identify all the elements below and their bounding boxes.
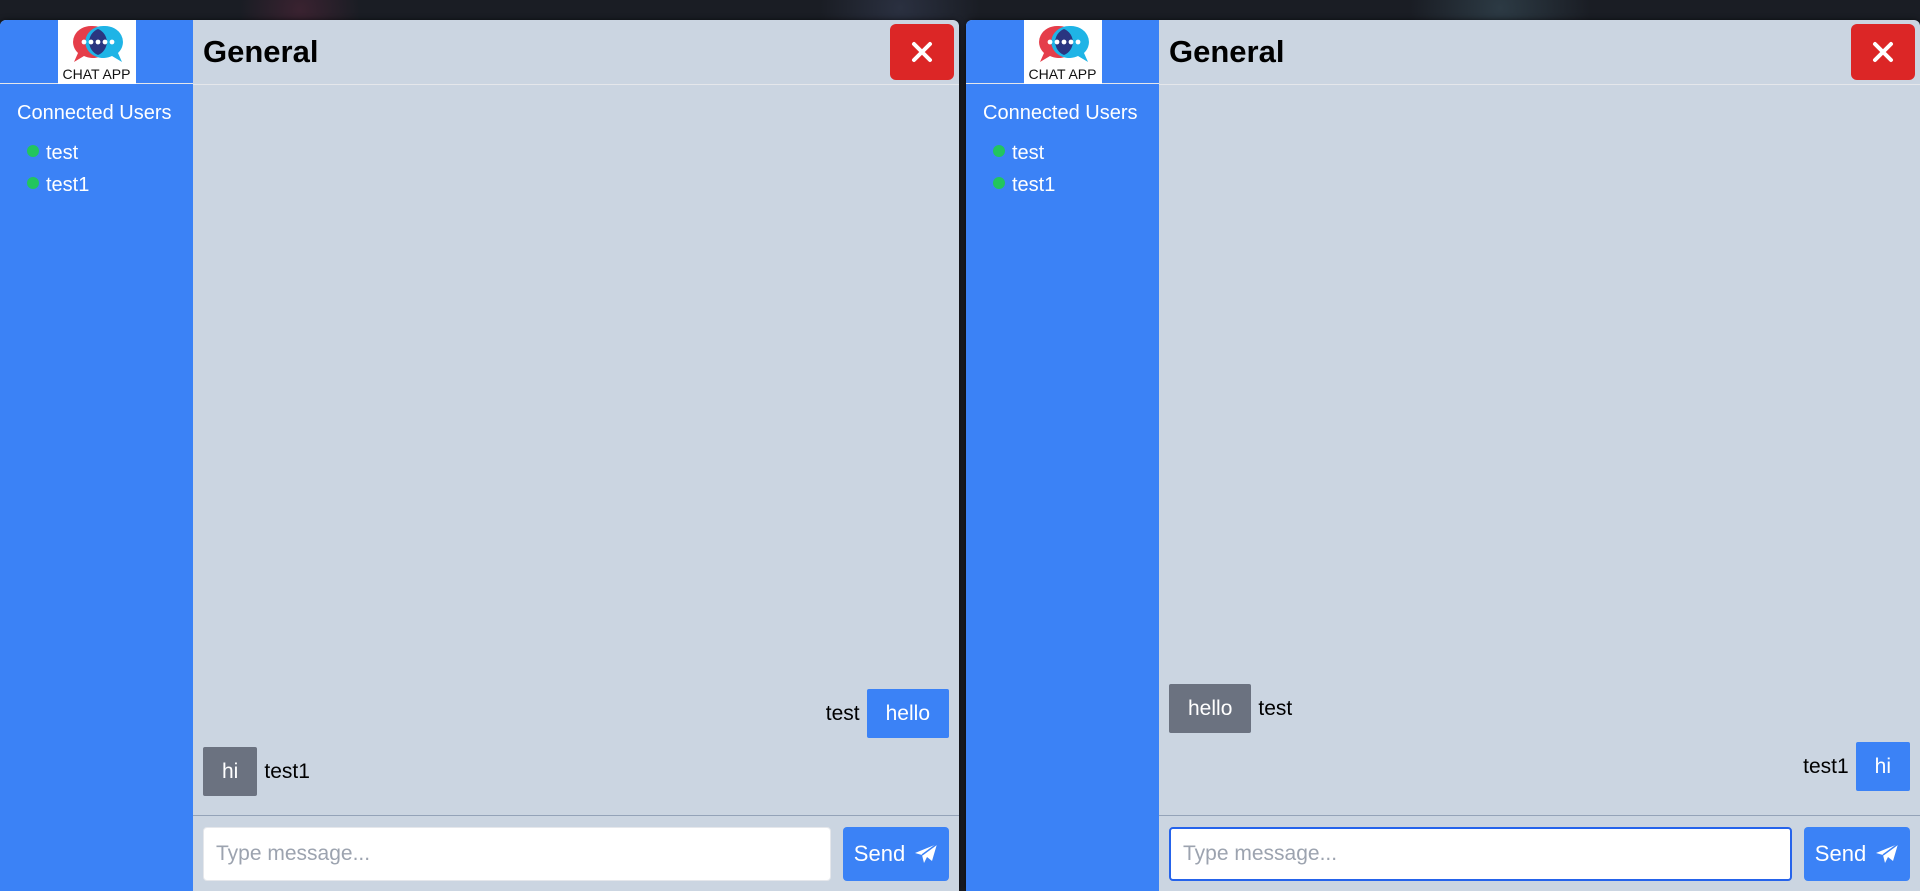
online-dot-icon — [993, 177, 1005, 189]
message-composer: Send — [193, 815, 959, 891]
user-name: test1 — [46, 173, 90, 196]
message-sender: test — [1258, 696, 1293, 720]
online-dot-icon — [993, 145, 1005, 157]
message-list: hello test test1 hi — [1159, 85, 1920, 815]
send-label: Send — [853, 840, 906, 866]
chat-header: General — [1159, 20, 1920, 85]
message-sender: test — [825, 701, 860, 725]
sidebar: CHAT APP Connected Users test test1 — [966, 20, 1159, 891]
logo-text: CHAT APP — [1028, 66, 1097, 82]
connected-users-title: Connected Users — [983, 102, 1138, 124]
message-sender: test1 — [1803, 754, 1849, 778]
logo-area: CHAT APP — [966, 20, 1159, 84]
connected-users-title: Connected Users — [17, 102, 172, 124]
online-dot-icon — [27, 145, 39, 157]
message-sender: test1 — [264, 759, 310, 783]
close-button[interactable] — [890, 24, 954, 80]
user-name: test — [46, 141, 79, 164]
chat-header: General — [193, 20, 959, 85]
user-name: test — [1012, 141, 1045, 164]
room-title: General — [203, 34, 319, 69]
online-dot-icon — [27, 177, 39, 189]
close-icon — [1873, 42, 1893, 62]
room-title: General — [1169, 34, 1285, 69]
chat-panel: General hello test test1 hi Send — [1159, 20, 1920, 891]
chat-window-right: CHAT APP Connected Users test test1 Gene… — [966, 20, 1920, 891]
message-row: test hello — [826, 689, 949, 738]
chat-window-left: CHAT APP Connected Users test test1 Gene… — [0, 20, 959, 891]
user-list: test test1 — [966, 125, 1159, 201]
send-button[interactable]: Send — [843, 826, 949, 881]
message-input[interactable] — [203, 826, 831, 881]
send-label: Send — [1814, 840, 1867, 866]
message-composer: Send — [1159, 815, 1920, 891]
chat-app-logo: CHAT APP — [1023, 20, 1102, 84]
chat-logo-icon — [1038, 25, 1089, 62]
message-input[interactable] — [1169, 826, 1792, 881]
message-bubble: hi — [203, 747, 258, 796]
logo-text: CHAT APP — [62, 66, 131, 82]
send-button[interactable]: Send — [1804, 826, 1910, 881]
message-bubble: hello — [866, 689, 949, 738]
message-bubble: hello — [1169, 684, 1252, 733]
paper-plane-icon — [1876, 842, 1899, 863]
message-row: hello test — [1169, 684, 1292, 733]
user-list: test test1 — [0, 125, 193, 201]
paper-plane-icon — [915, 842, 938, 863]
chat-logo-icon — [72, 25, 123, 62]
chat-panel: General test hello hi test1 Send — [193, 20, 959, 891]
user-name: test1 — [1012, 173, 1056, 196]
user-item[interactable]: test1 — [993, 169, 1159, 201]
logo-area: CHAT APP — [0, 20, 193, 84]
chat-app-logo: CHAT APP — [57, 20, 136, 84]
close-button[interactable] — [1851, 24, 1915, 80]
message-bubble: hi — [1855, 742, 1910, 791]
sidebar: CHAT APP Connected Users test test1 — [0, 20, 193, 891]
message-list: test hello hi test1 — [193, 85, 959, 815]
message-row: hi test1 — [203, 747, 310, 796]
user-item[interactable]: test — [993, 137, 1159, 169]
user-item[interactable]: test — [27, 137, 193, 169]
user-item[interactable]: test1 — [27, 169, 193, 201]
close-icon — [912, 42, 932, 62]
message-row: test1 hi — [1803, 742, 1910, 791]
